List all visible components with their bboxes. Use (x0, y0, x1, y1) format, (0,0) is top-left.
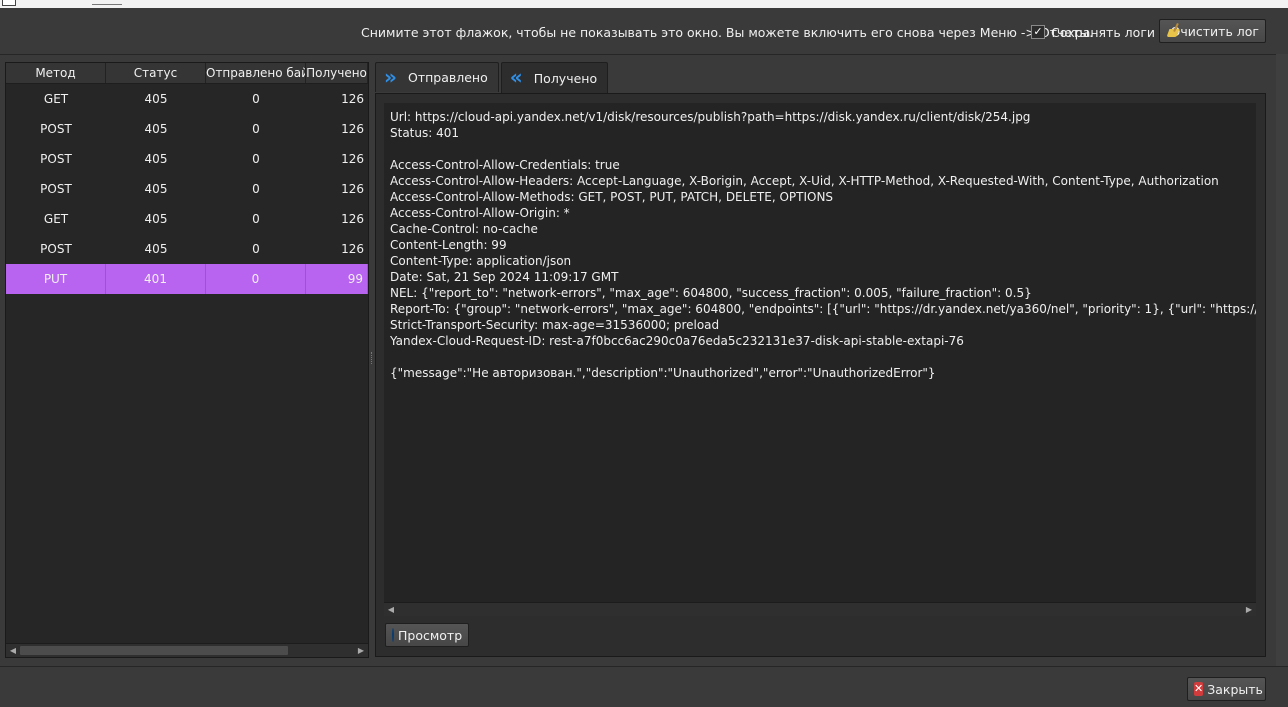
log-line: Content-Length: 99 (390, 238, 507, 252)
table-horizontal-scrollbar[interactable]: ◀ ▶ (6, 643, 368, 657)
response-panel: Url: https://cloud-api.yandex.net/v1/dis… (375, 93, 1266, 657)
log-line: Access-Control-Allow-Headers: Accept-Lan… (390, 174, 1219, 188)
globe-icon (392, 628, 394, 642)
tab-received[interactable]: « Получено (500, 62, 609, 93)
table-row[interactable]: GET 405 0 126 (6, 204, 368, 234)
cell-sent: 0 (252, 92, 260, 106)
cell-sent: 0 (252, 212, 260, 226)
tab-bar: » Отправлено « Получено (375, 62, 609, 93)
response-log-textarea[interactable]: Url: https://cloud-api.yandex.net/v1/dis… (384, 103, 1256, 616)
close-label: Закрыть (1207, 681, 1263, 697)
cell-status: 405 (144, 152, 168, 166)
panel-splitter-handle[interactable] (371, 352, 374, 364)
tab-sent[interactable]: » Отправлено (375, 62, 499, 92)
cell-received: 126 (341, 182, 364, 196)
log-line: Cache-Control: no-cache (390, 222, 538, 236)
clear-log-button[interactable]: Очистить лог (1159, 19, 1266, 43)
cell-sent: 0 (252, 152, 260, 166)
column-header-received[interactable]: Получено (306, 63, 368, 83)
cell-status: 405 (144, 212, 168, 226)
scrollbar-thumb[interactable] (20, 646, 288, 655)
log-line: Status: 401 (390, 126, 459, 140)
table-header: Метод Статус Отправлено байт Получено (6, 63, 368, 84)
log-line: Date: Sat, 21 Sep 2024 11:09:17 GMT (390, 270, 619, 284)
requests-table: Метод Статус Отправлено байт Получено GE… (5, 62, 369, 658)
response-log-text: Url: https://cloud-api.yandex.net/v1/dis… (390, 109, 1256, 381)
scroll-left-arrow-icon[interactable]: ◀ (6, 644, 20, 657)
window-edge (1276, 54, 1288, 666)
log-line: {"message":"Не авторизован.","descriptio… (390, 366, 936, 380)
top-toolbar: Снимите этот флажок, чтобы не показывать… (0, 8, 1288, 55)
scroll-left-arrow-icon[interactable]: ◀ (384, 603, 398, 616)
keep-logs-checkbox[interactable]: ✓ Сохранять логи (1031, 23, 1155, 41)
table-row[interactable]: POST 405 0 126 (6, 114, 368, 144)
cell-method: POST (40, 242, 72, 256)
cell-status: 405 (144, 92, 168, 106)
cell-sent: 0 (252, 122, 260, 136)
cell-received: 126 (341, 152, 364, 166)
column-header-status[interactable]: Статус (106, 63, 206, 83)
log-line: Strict-Transport-Security: max-age=31536… (390, 318, 720, 332)
preview-label: Просмотр (398, 627, 463, 643)
table-row[interactable]: POST 405 0 126 (6, 174, 368, 204)
log-line: NEL: {"report_to": "network-errors", "ma… (390, 286, 1032, 300)
cell-status: 405 (144, 242, 168, 256)
preview-button[interactable]: Просмотр (385, 623, 469, 647)
cell-method: GET (43, 212, 69, 226)
broom-icon (1166, 23, 1167, 39)
clear-log-label: Очистить лог (1170, 23, 1259, 39)
cell-received: 99 (306, 264, 368, 294)
chevrons-left-icon: « (509, 65, 523, 89)
table-row[interactable]: POST 405 0 126 (6, 234, 368, 264)
chevrons-right-icon: » (384, 64, 397, 89)
cell-method: POST (40, 182, 72, 196)
close-button[interactable]: ✕ Закрыть (1187, 677, 1266, 701)
log-horizontal-scrollbar[interactable]: ◀ ▶ (384, 602, 1256, 616)
cell-received: 126 (341, 92, 364, 106)
scroll-right-arrow-icon[interactable]: ▶ (354, 644, 368, 657)
log-line: Access-Control-Allow-Origin: * (390, 206, 570, 220)
hint-text: Снимите этот флажок, чтобы не показывать… (361, 25, 1094, 40)
column-header-sent[interactable]: Отправлено байт (206, 63, 306, 83)
log-line: Access-Control-Allow-Methods: GET, POST,… (390, 190, 834, 204)
cell-received: 126 (341, 122, 364, 136)
column-header-method[interactable]: Метод (6, 63, 106, 83)
cell-sent: 0 (252, 182, 260, 196)
log-line: Content-Type: application/json (390, 254, 572, 268)
log-line: Yandex-Cloud-Request-ID: rest-a7f0bcc6ac… (390, 334, 964, 348)
cell-status: 405 (144, 182, 168, 196)
log-line: Url: https://cloud-api.yandex.net/v1/dis… (390, 110, 1031, 124)
cell-received: 126 (341, 242, 364, 256)
table-row[interactable]: GET 405 0 126 (6, 84, 368, 114)
cell-sent: 0 (252, 242, 260, 256)
checkbox-box[interactable]: ✓ (1031, 25, 1045, 39)
cell-method: POST (40, 122, 72, 136)
cell-status: 405 (144, 122, 168, 136)
window-titlebar (0, 0, 1288, 8)
bottom-bar (0, 666, 1288, 707)
log-line: Access-Control-Allow-Credentials: true (390, 158, 620, 172)
window-title-fragment (92, 0, 122, 5)
scroll-right-arrow-icon[interactable]: ▶ (1242, 603, 1256, 616)
cell-method: POST (40, 152, 72, 166)
tab-received-label: Получено (533, 70, 598, 86)
keep-logs-label: Сохранять логи (1051, 24, 1156, 40)
cell-method: PUT (6, 264, 106, 294)
cell-sent: 0 (206, 264, 306, 294)
table-row-selected[interactable]: PUT 401 0 99 (6, 264, 368, 294)
cell-method: GET (43, 92, 69, 106)
log-line: Report-To: {"group": "network-errors", "… (390, 302, 1256, 316)
cell-status: 401 (106, 264, 206, 294)
cell-received: 126 (341, 212, 364, 226)
table-row[interactable]: POST 405 0 126 (6, 144, 368, 174)
tab-sent-label: Отправлено (408, 70, 488, 85)
window-icon (2, 0, 16, 6)
close-icon: ✕ (1194, 682, 1204, 696)
